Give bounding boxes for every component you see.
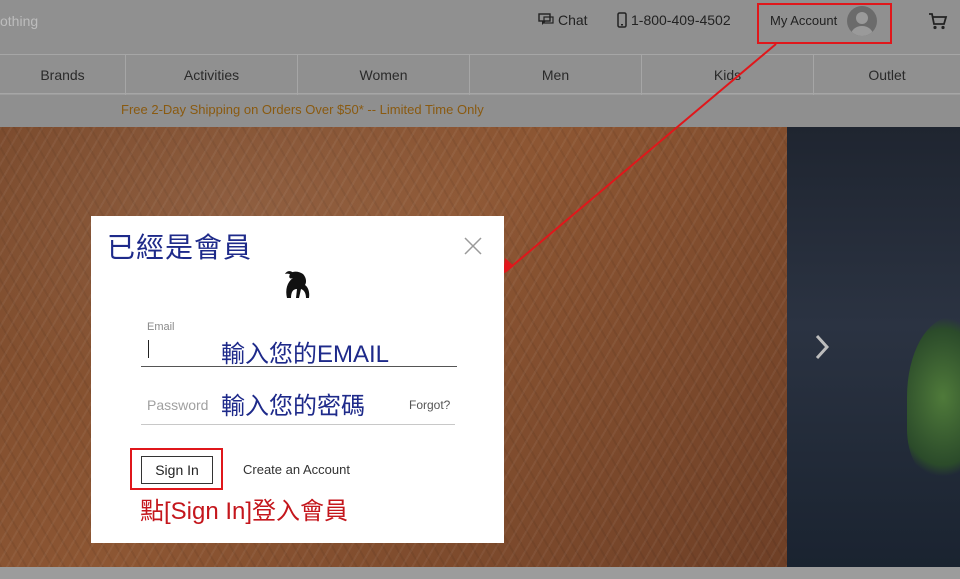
- email-label: Email: [147, 321, 175, 333]
- email-field[interactable]: [141, 366, 457, 367]
- chat-link[interactable]: Chat: [538, 12, 588, 28]
- nav-item-brands[interactable]: Brands: [0, 55, 126, 95]
- nav-item-men[interactable]: Men: [470, 55, 642, 95]
- nav-item-outlet[interactable]: Outlet: [814, 55, 960, 95]
- brand-logo-text[interactable]: othing: [0, 13, 38, 29]
- annotation-box-account: [757, 3, 892, 44]
- tent-glow: [907, 317, 960, 477]
- chat-icon: [538, 13, 554, 25]
- chevron-right-icon[interactable]: [813, 332, 831, 362]
- chat-label: Chat: [558, 12, 588, 28]
- email-hint-annotation: 輸入您的EMAIL: [221, 341, 390, 368]
- close-icon[interactable]: [463, 236, 483, 256]
- text-caret: [148, 340, 149, 358]
- password-hint-annotation: 輸入您的密碼: [221, 393, 365, 420]
- phone-link[interactable]: 1-800-409-4502: [617, 12, 731, 28]
- goat-logo-icon: [285, 271, 310, 298]
- modal-title: 已經是會員: [107, 232, 253, 263]
- forgot-password-link[interactable]: Forgot?: [409, 398, 450, 412]
- signin-hint-annotation: 點[Sign In]登入會員: [140, 498, 349, 525]
- sign-in-button[interactable]: Sign In: [141, 456, 213, 484]
- create-account-link[interactable]: Create an Account: [243, 462, 350, 477]
- phone-number: 1-800-409-4502: [631, 12, 731, 28]
- password-field[interactable]: Password: [147, 397, 208, 413]
- page-bottom: [0, 567, 960, 579]
- phone-icon: [617, 12, 627, 28]
- password-underline: [141, 424, 455, 425]
- promo-text[interactable]: Free 2-Day Shipping on Orders Over $50* …: [121, 102, 484, 117]
- nav-item-activities[interactable]: Activities: [126, 55, 298, 95]
- promo-banner: Free 2-Day Shipping on Orders Over $50* …: [0, 95, 960, 127]
- nav-item-women[interactable]: Women: [298, 55, 470, 95]
- cart-icon[interactable]: [928, 12, 948, 30]
- login-modal: 已經是會員 Email 輸入您的EMAIL Password 輸入您的密碼 Fo…: [91, 216, 504, 543]
- main-nav: Brands Activities Women Men Kids Outlet: [0, 54, 960, 95]
- nav-item-kids[interactable]: Kids: [642, 55, 814, 95]
